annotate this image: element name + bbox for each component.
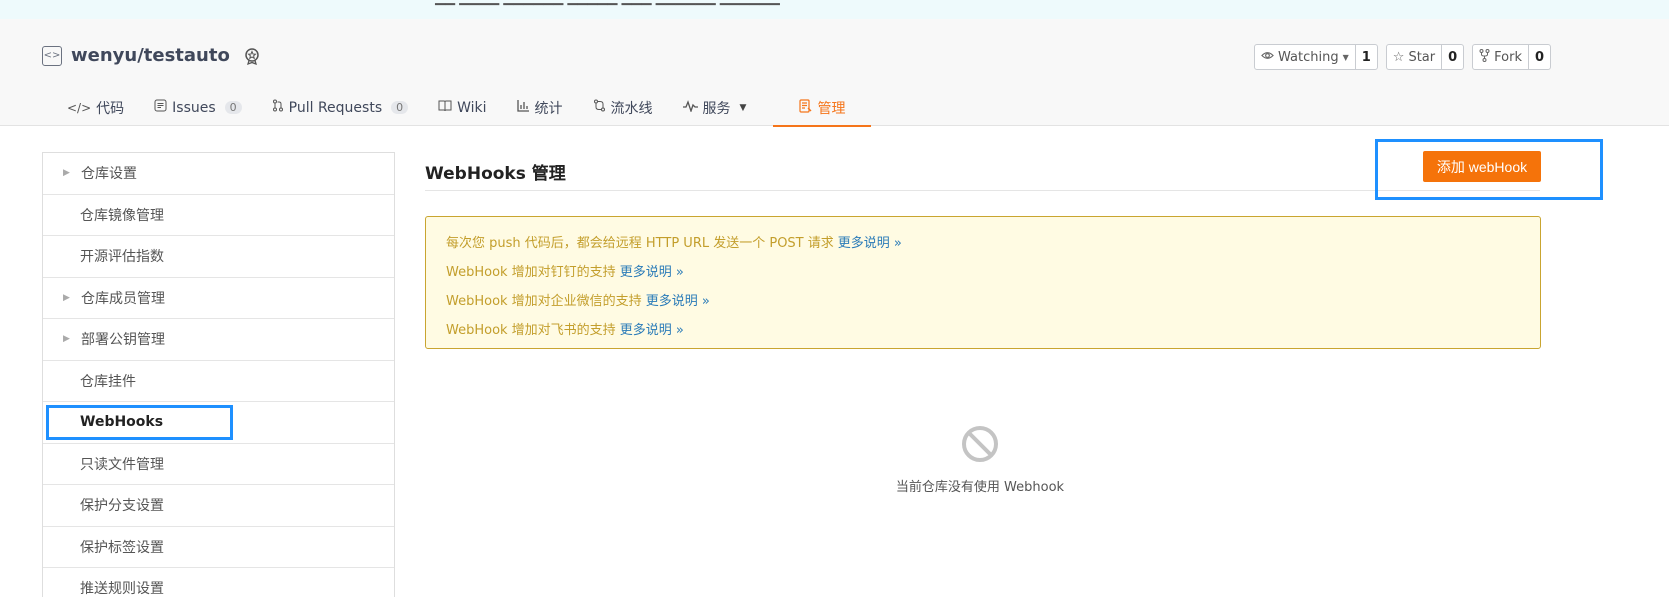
watching-count[interactable]: 1 bbox=[1356, 45, 1377, 69]
sidebar-item-label: 仓库成员管理 bbox=[81, 290, 165, 307]
sidebar-item-label: 部署公钥管理 bbox=[81, 332, 165, 349]
chart-icon bbox=[516, 99, 530, 116]
issues-count-badge: 0 bbox=[224, 101, 242, 114]
star-button[interactable]: ☆ Star 0 bbox=[1385, 44, 1465, 70]
more-info-link[interactable]: 更多说明 » bbox=[838, 232, 902, 251]
star-icon: ☆ bbox=[1392, 49, 1405, 65]
issues-icon bbox=[154, 99, 167, 116]
repo-tabs: </> 代码 Issues 0 Pull Requests 0 Wiki 统计 … bbox=[52, 89, 872, 127]
tab-wiki-label: Wiki bbox=[457, 99, 487, 116]
tab-issues-label: Issues bbox=[172, 99, 216, 116]
sidebar-item-push-rules[interactable]: 推送规则设置 bbox=[43, 568, 394, 597]
eye-icon bbox=[1261, 49, 1274, 66]
caret-right-icon: ▶ bbox=[63, 292, 70, 303]
watching-label: Watching bbox=[1278, 49, 1339, 65]
highlight-box-add-webhook bbox=[1375, 139, 1603, 200]
wiki-icon bbox=[438, 100, 452, 116]
empty-state: 当前仓库没有使用 Webhook bbox=[880, 424, 1080, 495]
sidebar-item-label: 开源评估指数 bbox=[80, 249, 164, 266]
sidebar-item-widgets[interactable]: 仓库挂件 bbox=[43, 361, 394, 402]
pull-requests-count-badge: 0 bbox=[391, 101, 409, 114]
repo-code-icon: <> bbox=[42, 45, 62, 66]
repo-actions: Watching ▼ 1 ☆ Star 0 Fork 0 bbox=[1254, 44, 1552, 70]
watching-button[interactable]: Watching ▼ 1 bbox=[1254, 44, 1378, 70]
sidebar-item-readonly-files[interactable]: 只读文件管理 bbox=[43, 444, 394, 485]
tab-pipeline[interactable]: 流水线 bbox=[578, 89, 668, 126]
tab-code[interactable]: </> 代码 bbox=[52, 89, 139, 126]
sidebar-item-mirror[interactable]: 仓库镜像管理 bbox=[43, 195, 394, 236]
main-content: WebHooks 管理 bbox=[425, 152, 1540, 190]
info-text: WebHook 增加对钉钉的支持 bbox=[446, 265, 616, 280]
fork-count[interactable]: 0 bbox=[1529, 45, 1550, 69]
pulse-icon bbox=[682, 99, 698, 116]
tab-stats-label: 统计 bbox=[534, 100, 563, 117]
star-label: Star bbox=[1408, 49, 1436, 65]
tab-services-label: 服务 bbox=[702, 100, 731, 117]
sidebar-item-repo-settings[interactable]: ▶ 仓库设置 bbox=[43, 153, 394, 195]
notice-text: ▁▁ ▁▁▁▁ ▁▁▁▁▁▁ ▁▁▁▁▁ ▁▁▁ ▁▁▁▁▁▁ ▁▁▁▁▁▁ bbox=[435, 0, 780, 6]
caret-right-icon: ▶ bbox=[63, 168, 70, 179]
star-count[interactable]: 0 bbox=[1442, 45, 1463, 69]
empty-state-text: 当前仓库没有使用 Webhook bbox=[895, 480, 1065, 495]
highlight-box-webhooks bbox=[46, 405, 233, 440]
sidebar-item-label: 仓库镜像管理 bbox=[80, 207, 164, 224]
tab-pull-requests[interactable]: Pull Requests 0 bbox=[257, 89, 423, 126]
title-divider bbox=[425, 190, 1540, 191]
sidebar-item-oss-index[interactable]: 开源评估指数 bbox=[43, 236, 394, 278]
ban-icon bbox=[960, 424, 1000, 464]
chevron-down-icon: ▼ bbox=[739, 102, 747, 113]
sidebar-item-members[interactable]: ▶ 仓库成员管理 bbox=[43, 278, 394, 319]
sidebar-item-deploy-keys[interactable]: ▶ 部署公钥管理 bbox=[43, 319, 394, 361]
fork-label: Fork bbox=[1494, 49, 1522, 65]
sidebar-item-label: 推送规则设置 bbox=[80, 581, 164, 597]
repo-title: <> wenyu/testauto bbox=[42, 45, 262, 66]
chevron-down-icon: ▼ bbox=[1342, 52, 1349, 62]
pull-request-icon bbox=[272, 99, 284, 116]
tab-manage[interactable]: 管理 bbox=[773, 89, 872, 127]
medal-icon[interactable] bbox=[242, 46, 262, 66]
top-notice-strip: ▁▁ ▁▁▁▁ ▁▁▁▁▁▁ ▁▁▁▁▁ ▁▁▁ ▁▁▁▁▁▁ ▁▁▁▁▁▁ bbox=[0, 0, 1669, 19]
fork-button[interactable]: Fork 0 bbox=[1472, 44, 1552, 70]
sidebar-item-label: 仓库挂件 bbox=[80, 373, 136, 390]
code-icon: </> bbox=[67, 100, 92, 115]
tab-pull-requests-label: Pull Requests bbox=[288, 99, 383, 116]
manage-icon bbox=[799, 98, 812, 117]
info-line: WebHook 增加对飞书的支持 更多说明 » bbox=[446, 314, 1520, 343]
fork-icon bbox=[1479, 48, 1490, 66]
info-line: WebHook 增加对钉钉的支持 更多说明 » bbox=[446, 256, 1520, 285]
tab-code-label: 代码 bbox=[96, 100, 125, 117]
tab-stats[interactable]: 统计 bbox=[502, 89, 578, 126]
more-info-link[interactable]: 更多说明 » bbox=[620, 261, 684, 280]
page-title: WebHooks 管理 bbox=[425, 163, 566, 184]
sidebar-item-label: 保护分支设置 bbox=[80, 498, 164, 515]
sidebar-item-label: 仓库设置 bbox=[81, 166, 137, 183]
more-info-link[interactable]: 更多说明 » bbox=[646, 290, 710, 309]
info-text: WebHook 增加对飞书的支持 bbox=[446, 323, 616, 338]
more-info-link[interactable]: 更多说明 » bbox=[620, 319, 684, 338]
settings-sidebar: ▶ 仓库设置 仓库镜像管理 开源评估指数 ▶ 仓库成员管理 ▶ 部署公钥管理 仓… bbox=[42, 152, 395, 597]
caret-right-icon: ▶ bbox=[63, 334, 70, 345]
info-text: 每次您 push 代码后，都会给远程 HTTP URL 发送一个 POST 请求 bbox=[446, 236, 834, 251]
repo-header: <> wenyu/testauto Watching ▼ 1 ☆ Star 0 bbox=[0, 19, 1669, 127]
sidebar-item-label: 保护标签设置 bbox=[80, 539, 164, 556]
tab-services[interactable]: 服务 ▼ bbox=[668, 89, 762, 126]
tab-pipeline-label: 流水线 bbox=[610, 100, 653, 117]
pipeline-icon bbox=[593, 99, 606, 116]
tab-wiki[interactable]: Wiki bbox=[423, 89, 501, 126]
sidebar-item-protected-branches[interactable]: 保护分支设置 bbox=[43, 485, 394, 527]
sidebar-item-label: 只读文件管理 bbox=[80, 456, 164, 473]
tab-manage-label: 管理 bbox=[817, 100, 846, 117]
sidebar-item-protected-tags[interactable]: 保护标签设置 bbox=[43, 527, 394, 568]
info-notice-box: 每次您 push 代码后，都会给远程 HTTP URL 发送一个 POST 请求… bbox=[425, 216, 1541, 349]
info-line: 每次您 push 代码后，都会给远程 HTTP URL 发送一个 POST 请求… bbox=[446, 227, 1520, 256]
info-text: WebHook 增加对企业微信的支持 bbox=[446, 294, 642, 309]
info-line: WebHook 增加对企业微信的支持 更多说明 » bbox=[446, 285, 1520, 314]
repo-name[interactable]: wenyu/testauto bbox=[71, 45, 230, 66]
tab-issues[interactable]: Issues 0 bbox=[139, 89, 257, 126]
